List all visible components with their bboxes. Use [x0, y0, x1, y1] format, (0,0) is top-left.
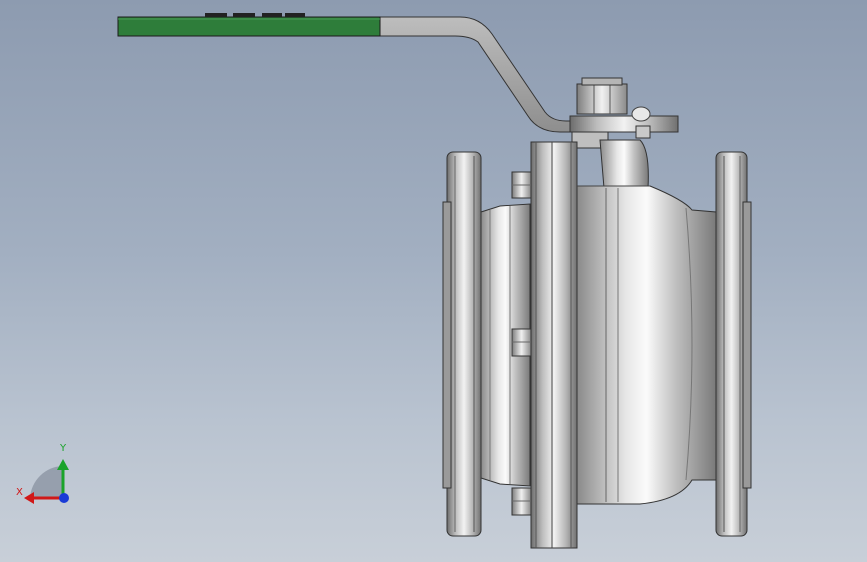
valve-ball-body: [576, 185, 717, 505]
bolt-middle: [511, 328, 532, 357]
valve-handle[interactable]: [117, 13, 601, 133]
triad-y-label: Y: [60, 443, 67, 454]
orientation-triad[interactable]: [24, 459, 69, 504]
valve-model[interactable]: [0, 0, 867, 562]
left-flange: [442, 151, 482, 537]
handle-lever-steel: [374, 16, 601, 133]
top-mounting-pad: [569, 106, 679, 189]
stem-nut: [576, 77, 628, 115]
right-flange: [715, 151, 752, 537]
z-axis-dot: [59, 493, 69, 503]
handle-grip[interactable]: [117, 16, 381, 37]
body-joint-flange: [530, 141, 578, 549]
triad-plane: [30, 466, 63, 498]
triad-x-label: X: [16, 487, 23, 498]
bolt-bottom: [511, 487, 532, 516]
bolt-top: [511, 171, 532, 199]
cad-viewport[interactable]: Y X: [0, 0, 867, 562]
